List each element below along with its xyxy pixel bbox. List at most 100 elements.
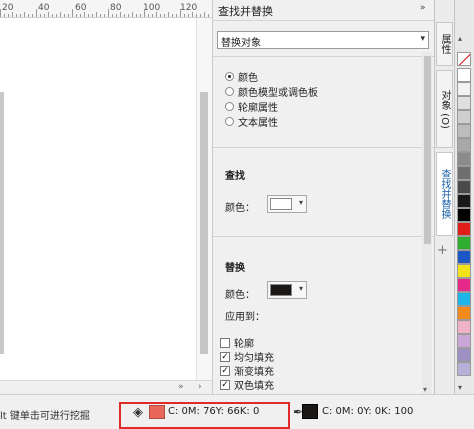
chevron-down-icon: ▾: [298, 198, 303, 207]
ruler-tick: [80, 14, 81, 17]
replace-color-picker[interactable]: ▾: [267, 281, 307, 299]
ruler-tick: [92, 14, 93, 17]
scroll-down-icon[interactable]: ▾: [423, 385, 427, 394]
palette-color-swatch[interactable]: [457, 306, 471, 320]
checkbox[interactable]: [220, 337, 230, 348]
palette-color-swatch[interactable]: [457, 96, 471, 110]
ruler-tick: [44, 14, 45, 17]
tab-label: 查找并替换: [439, 169, 450, 219]
palette-scroll-up-icon[interactable]: ▴: [458, 34, 462, 43]
palette-color-swatch[interactable]: [457, 110, 471, 124]
palette-color-swatch[interactable]: [457, 334, 471, 348]
double-chevron-right-icon[interactable]: »: [420, 3, 426, 13]
ruler-tick: [24, 12, 25, 17]
radio-button[interactable]: [225, 71, 234, 81]
ruler-tick: [96, 12, 97, 17]
no-color-swatch[interactable]: [457, 52, 471, 66]
palette-color-swatch[interactable]: [457, 180, 471, 194]
ruler-tick: [100, 14, 101, 17]
ruler-tick: [180, 9, 181, 17]
palette-color-swatch[interactable]: [457, 124, 471, 138]
section-divider: [213, 56, 435, 57]
ruler-tick: [156, 12, 157, 17]
checkbox-label: 双色填充: [234, 381, 274, 392]
radio-button[interactable]: [225, 116, 234, 126]
scroll-right-icon[interactable]: »: [178, 381, 184, 394]
radio-text-props[interactable]: 文本属性: [225, 114, 278, 129]
ruler-tick: [16, 14, 17, 17]
ruler-tick: [8, 14, 9, 17]
radio-outline-props[interactable]: 轮廓属性: [225, 99, 278, 114]
ruler-tick: [120, 12, 121, 17]
palette-color-swatch[interactable]: [457, 236, 471, 250]
tab-find-replace[interactable]: 查找并替换: [436, 152, 453, 236]
find-section-title: 查找: [225, 171, 245, 182]
ruler-label: 100: [143, 3, 161, 13]
tab-label: 对象 (O): [439, 89, 450, 129]
mode-select[interactable]: 替换对象 ▾: [217, 31, 429, 49]
horizontal-scrollbar[interactable]: » ›: [0, 380, 212, 394]
tab-objects[interactable]: 对象 (O): [436, 70, 453, 148]
checkbox-twocolor-fill[interactable]: ✓ 双色填充: [220, 378, 274, 392]
drawing-canvas[interactable]: [0, 18, 212, 380]
radio-label: 颜色: [238, 72, 258, 84]
outline-color-swatch[interactable]: [302, 404, 318, 419]
ruler-tick: [192, 12, 193, 17]
radio-button[interactable]: [225, 101, 234, 111]
ruler-tick: [60, 12, 61, 17]
fill-color-swatch[interactable]: [149, 405, 165, 419]
palette-color-swatch[interactable]: [457, 292, 471, 306]
palette-color-swatch[interactable]: [457, 250, 471, 264]
checkbox-outline[interactable]: 轮廓: [220, 336, 254, 350]
ruler-tick: [184, 14, 185, 17]
section-divider: [213, 236, 435, 237]
ruler-tick: [148, 14, 149, 17]
replace-color-label: 颜色：: [225, 290, 255, 301]
checkbox[interactable]: ✓: [220, 365, 230, 376]
ruler-label: 120: [180, 3, 198, 13]
find-color-label: 颜色：: [225, 203, 255, 214]
ruler-tick: [176, 14, 177, 17]
page-edge: [0, 92, 4, 354]
palette-color-swatch[interactable]: [457, 348, 471, 362]
ruler-tick: [4, 14, 5, 17]
radio-color-model[interactable]: 颜色模型或调色板: [225, 84, 318, 99]
checkbox-uniform-fill[interactable]: ✓ 均匀填充: [220, 350, 274, 364]
ruler-tick: [188, 14, 189, 17]
palette-color-swatch[interactable]: [457, 278, 471, 292]
radio-color[interactable]: 颜色: [225, 69, 258, 84]
ruler-tick: [20, 14, 21, 17]
palette-color-swatch[interactable]: [457, 152, 471, 166]
find-color-picker[interactable]: ▾: [267, 195, 307, 213]
palette-color-swatch[interactable]: [457, 222, 471, 236]
ruler-tick: [172, 14, 173, 17]
palette-color-swatch[interactable]: [457, 138, 471, 152]
fill-bucket-icon[interactable]: ◈: [133, 405, 143, 420]
checkbox[interactable]: ✓: [220, 351, 230, 362]
ruler-tick: [196, 14, 197, 17]
docker-scroll-thumb[interactable]: [424, 56, 431, 244]
palette-color-swatch[interactable]: [457, 264, 471, 278]
palette-color-swatch[interactable]: [457, 166, 471, 180]
palette-color-swatch[interactable]: [457, 362, 471, 376]
ruler-tick: [168, 12, 169, 17]
scroll-right-end-icon[interactable]: ›: [198, 381, 202, 394]
palette-color-swatch[interactable]: [457, 68, 471, 82]
ruler-tick: [104, 14, 105, 17]
palette-color-swatch[interactable]: [457, 194, 471, 208]
ruler-tick: [144, 9, 145, 17]
replace-color-swatch: [270, 284, 292, 296]
tab-properties[interactable]: 属性: [436, 22, 453, 66]
palette-color-swatch[interactable]: [457, 208, 471, 222]
palette-color-swatch[interactable]: [457, 320, 471, 334]
palette-scroll-down-icon[interactable]: ▾: [458, 383, 462, 392]
palette-color-swatch[interactable]: [457, 82, 471, 96]
vertical-scroll-thumb[interactable]: [200, 92, 208, 354]
add-docker-icon[interactable]: +: [437, 243, 448, 258]
ruler-tick: [84, 12, 85, 17]
checkbox-gradient-fill[interactable]: ✓ 渐变填充: [220, 364, 274, 378]
radio-button[interactable]: [225, 86, 234, 96]
checkbox[interactable]: ✓: [220, 379, 230, 390]
radio-label: 颜色模型或调色板: [238, 87, 318, 99]
ruler-tick: [200, 14, 201, 17]
